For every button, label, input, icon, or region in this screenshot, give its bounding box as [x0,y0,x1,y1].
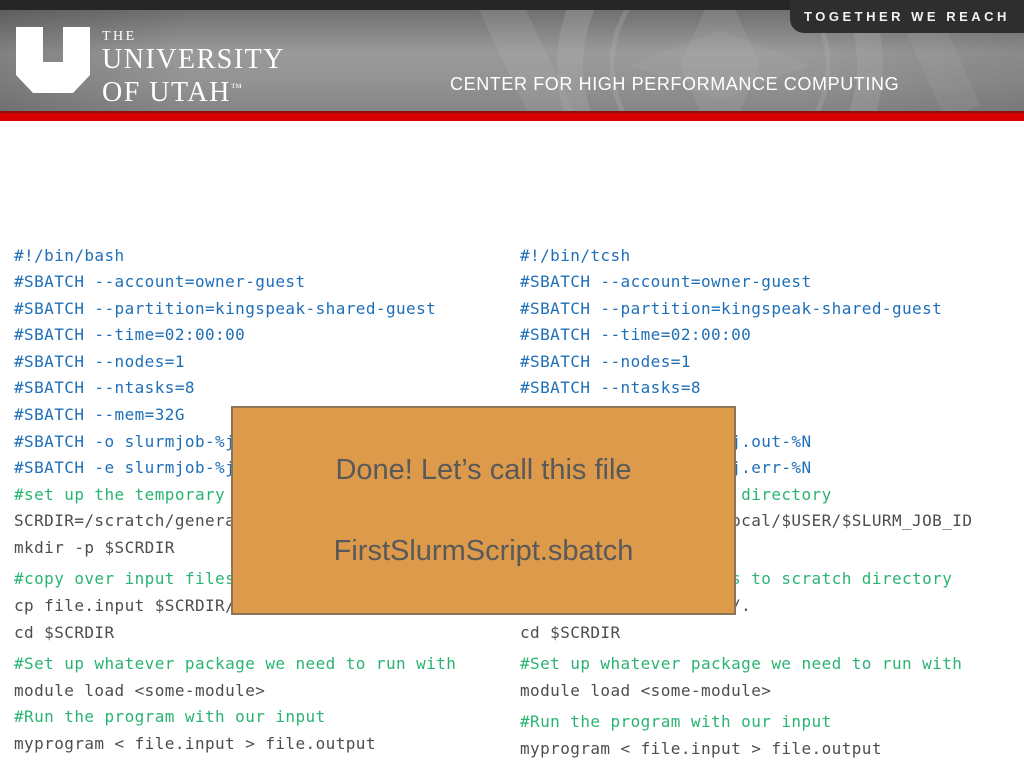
code-line: #SBATCH --time=02:00:00 [14,322,517,349]
red-divider [0,111,1024,121]
block-u-icon [16,27,90,93]
code-line: myprogram < file.input > file.output [14,731,517,758]
overlay-line1: Done! Let’s call this file [233,454,734,487]
code-line: #Set up whatever package we need to run … [14,651,517,678]
banner-text: TOGETHER WE REACH [804,9,1010,24]
code-line: #Run the program with our input [14,704,517,731]
code-line: #SBATCH --nodes=1 [14,349,517,376]
code-line: myprogram < file.input > file.output [520,736,1013,763]
slide: TOGETHER WE REACH FEB. 28TH 1850 THE [0,0,1024,768]
code-line: module load <some-module> [14,678,517,705]
code-line: #SBATCH --account=owner-guest [14,269,517,296]
code-line: #SBATCH --partition=kingspeak-shared-gue… [520,296,1013,323]
code-line: #SBATCH --time=02:00:00 [520,322,1013,349]
university-logo: THE UNIVERSITY OF UTAH™ [16,27,285,107]
code-line: #SBATCH --nodes=1 [520,349,1013,376]
logo-of-utah: OF UTAH™ [102,74,285,107]
header-subtitle: CENTER FOR HIGH PERFORMANCE COMPUTING [450,74,899,95]
code-line: #!/bin/bash [14,243,517,270]
code-line: #!/bin/tcsh [520,243,1013,270]
overlay-line2: FirstSlurmScript.sbatch [233,535,734,568]
code-line: module load <some-module> [520,678,1013,705]
slide-content: #!/bin/bash#SBATCH --account=owner-guest… [0,121,1024,768]
trademark-symbol: ™ [231,82,243,94]
overlay-note: Done! Let’s call this file FirstSlurmScr… [231,406,736,615]
code-line: #Run the program with our input [520,709,1013,736]
together-we-reach-banner: TOGETHER WE REACH [790,0,1024,33]
logo-university: UNIVERSITY [102,45,285,74]
code-line: #Move files out of working directory and… [520,762,1013,768]
logo-the: THE [102,29,285,45]
code-line: #Set up whatever package we need to run … [520,651,1013,678]
code-line: #SBATCH --account=owner-guest [520,269,1013,296]
code-line: cd $SCRDIR [520,620,1013,647]
code-line: #SBATCH --ntasks=8 [14,375,517,402]
code-line: #SBATCH --partition=kingspeak-shared-gue… [14,296,517,323]
code-line: #Move files out of working directory and… [14,762,517,768]
code-line: cd $SCRDIR [14,620,517,647]
university-logo-text: THE UNIVERSITY OF UTAH™ [102,27,285,107]
code-line: #SBATCH --ntasks=8 [520,375,1013,402]
